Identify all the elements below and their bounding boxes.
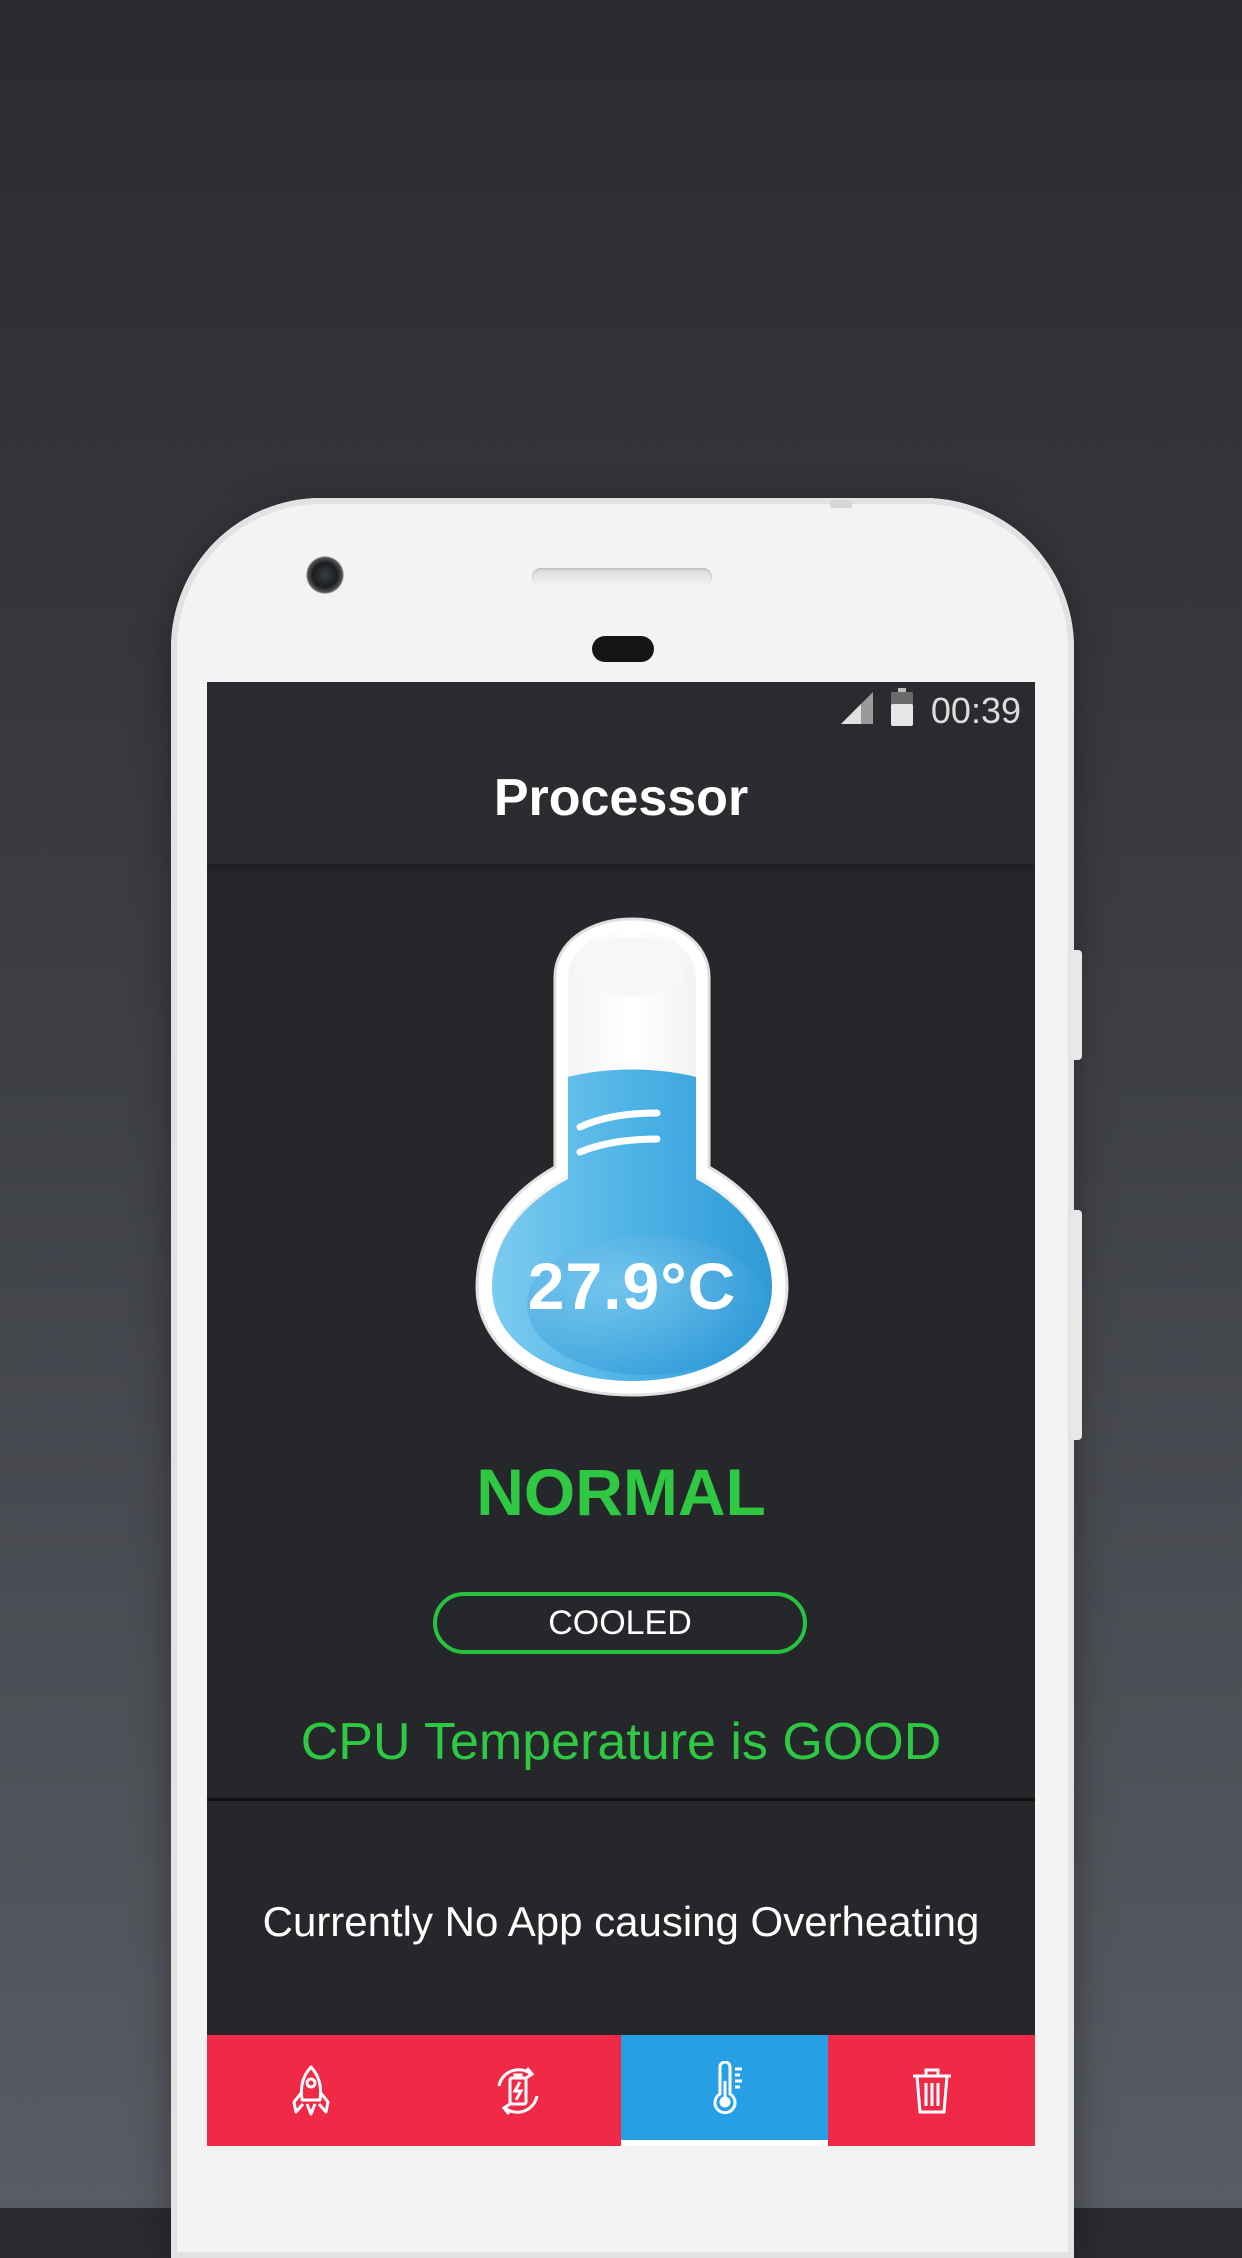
battery-refresh-icon — [497, 2066, 538, 2115]
proximity-sensor — [592, 636, 654, 662]
status-label: NORMAL — [476, 1455, 766, 1529]
thermometer-illustration — [475, 917, 789, 1397]
signal-icon — [841, 692, 873, 724]
earpiece-speaker — [532, 568, 712, 586]
front-camera — [306, 556, 344, 594]
page-title: Processor — [493, 769, 749, 827]
phone-top-button — [830, 500, 852, 508]
app-bar: Processor — [207, 738, 1035, 864]
status-time: 00:39 — [930, 690, 1021, 731]
phone-volume-button — [1070, 1210, 1082, 1440]
phone-power-button — [1070, 950, 1082, 1060]
cooled-status-badge[interactable]: COOLED — [433, 1592, 807, 1654]
cpu-status-message: CPU Temperature is GOOD — [300, 1713, 942, 1771]
tab-processor[interactable] — [621, 2035, 828, 2146]
app-screen: 00:39 Processor 27.9°C NORMAL COOLED CPU… — [207, 682, 1035, 2146]
trash-icon — [912, 2068, 951, 2113]
thermometer-icon — [713, 2060, 742, 2114]
tab-cleaner[interactable] — [828, 2035, 1035, 2146]
overheating-apps-message: Currently No App causing Overheating — [262, 1898, 980, 1945]
battery-icon — [891, 688, 913, 726]
divider — [207, 1798, 1035, 1801]
temperature-value: 27.9°C — [527, 1249, 737, 1323]
tab-boost[interactable] — [207, 2035, 414, 2146]
bottom-navigation — [207, 2035, 1035, 2146]
tab-battery[interactable] — [414, 2035, 621, 2146]
status-bar: 00:39 — [207, 682, 1035, 738]
rocket-icon — [292, 2065, 329, 2115]
